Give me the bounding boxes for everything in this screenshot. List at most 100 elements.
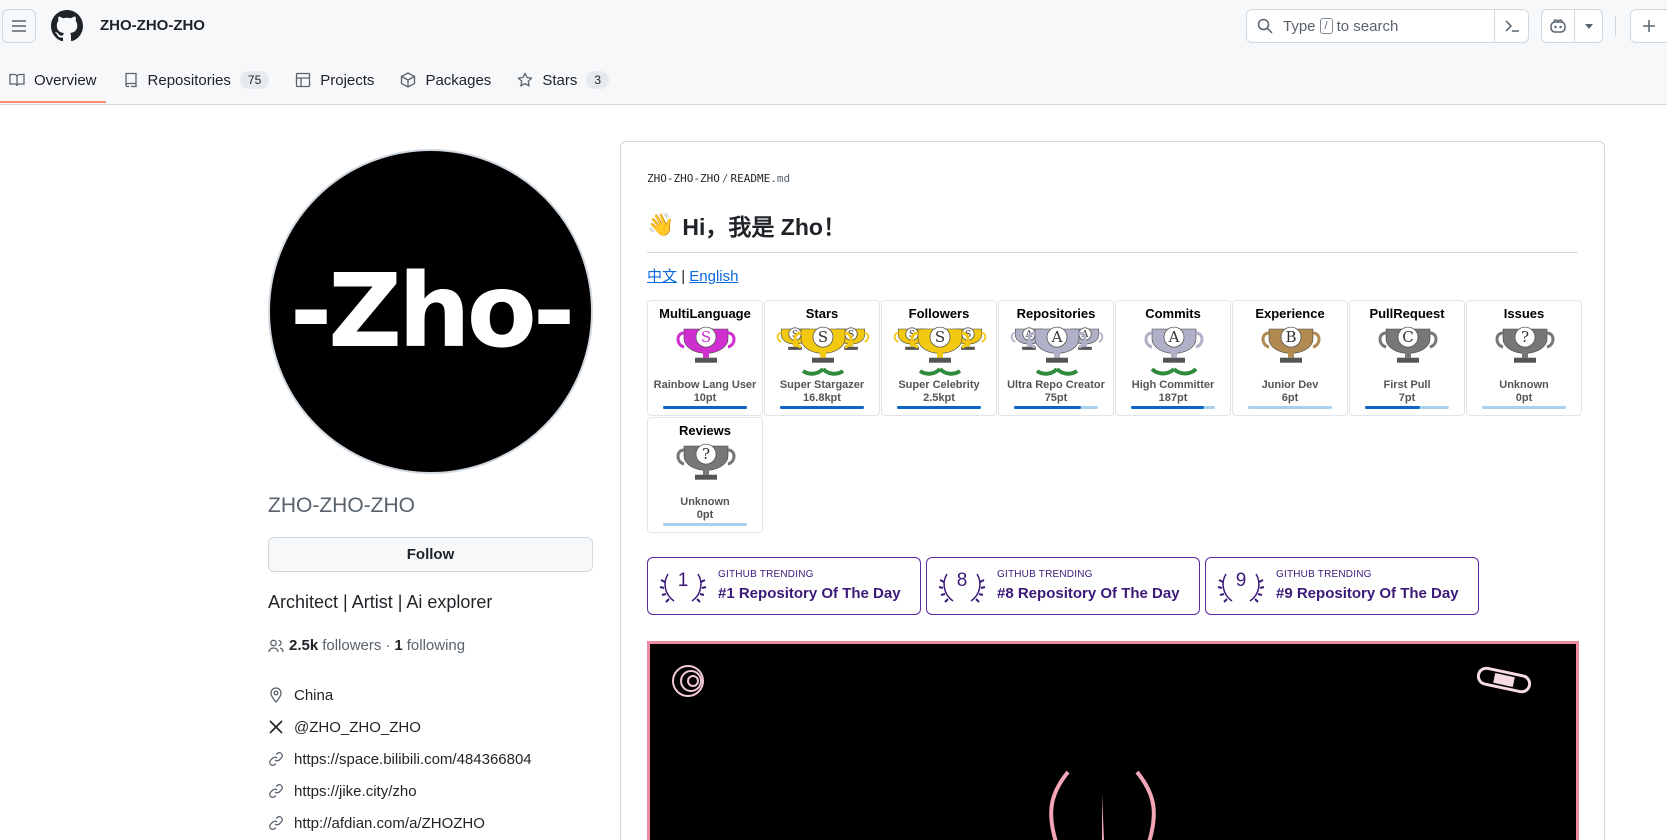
trophy-cup-icon: A xyxy=(1116,325,1230,379)
trophy-card: Followers S S S Super Celebrity 2.5kpt xyxy=(881,300,997,416)
trophy-title: Commits xyxy=(1145,306,1201,321)
badge-label: GITHUB TRENDING xyxy=(1276,569,1372,580)
create-new-button[interactable] xyxy=(1630,9,1667,43)
copilot-open[interactable] xyxy=(1542,10,1575,42)
trophy-progress-bar xyxy=(897,406,981,409)
tab-label: Overview xyxy=(34,71,97,89)
trophy-cup-icon: B xyxy=(1233,325,1347,379)
readme-owner-link[interactable]: ZHO-ZHO-ZHO xyxy=(647,172,720,185)
copilot-icon xyxy=(1550,19,1566,33)
follow-stats: 2.5k followers · 1 following xyxy=(268,637,465,654)
trophy-title: Stars xyxy=(805,306,839,321)
triangle-down-icon xyxy=(1584,24,1593,29)
trophy-progress-fill xyxy=(1014,406,1082,409)
search-input[interactable]: Type / to search xyxy=(1246,9,1529,43)
trophy-card: MultiLanguage S Rainbow Lang User 10pt xyxy=(647,300,763,416)
trophy-progress-bar xyxy=(780,406,864,409)
trophy-progress-fill xyxy=(663,406,747,409)
trophy-card: PullRequest C First Pull 7pt xyxy=(1349,300,1465,416)
trending-badges: 1 GITHUB TRENDING #1 Repository Of The D… xyxy=(647,557,1484,615)
profile-link[interactable]: https://jike.city/zho xyxy=(294,783,417,800)
banner-art xyxy=(672,665,1532,840)
tab-label: Stars xyxy=(542,71,578,89)
plus-icon xyxy=(1643,20,1655,32)
search-icon xyxy=(1257,18,1273,34)
following-link[interactable]: following xyxy=(407,637,465,654)
trending-badge[interactable]: 1 GITHUB TRENDING #1 Repository Of The D… xyxy=(647,557,921,615)
bandage-logo-icon xyxy=(1476,666,1532,694)
followers-count[interactable]: 2.5k xyxy=(289,637,318,654)
svg-text:S: S xyxy=(935,328,945,346)
trophy-progress-fill xyxy=(780,406,864,409)
profile-link[interactable]: http://afdian.com/a/ZHOZHO xyxy=(294,815,485,832)
twitter-item[interactable]: @ZHO_ZHO_ZHO xyxy=(268,711,532,743)
location-item: China xyxy=(268,679,532,711)
trophy-card: Stars S S S Super Stargazer 16.8kpt xyxy=(764,300,880,416)
trophy-points: 7pt xyxy=(1398,392,1416,404)
trophy-rank-name: Unknown xyxy=(680,496,730,508)
link-icon xyxy=(269,816,283,830)
link-icon xyxy=(269,784,283,798)
link-item[interactable]: https://space.bilibili.com/484366804 xyxy=(268,743,532,775)
avatar-text: -Zho- xyxy=(289,252,575,371)
tab-overview[interactable]: Overview xyxy=(0,60,106,103)
twitter-link[interactable]: @ZHO_ZHO_ZHO xyxy=(294,719,421,736)
trophy-progress-fill xyxy=(897,406,981,409)
tab-label: Packages xyxy=(425,71,492,89)
followers-link[interactable]: followers xyxy=(322,637,381,654)
menu-button[interactable] xyxy=(2,9,36,43)
tab-stars[interactable]: Stars 3 xyxy=(508,60,618,100)
trophy-title: Experience xyxy=(1255,306,1325,321)
tab-label: Repositories xyxy=(147,71,231,89)
copilot-button[interactable] xyxy=(1541,9,1603,43)
trophy-points: 0pt xyxy=(696,509,714,521)
book-icon xyxy=(9,73,25,87)
trophy-progress-bar xyxy=(1482,406,1566,409)
trophy-points: 16.8kpt xyxy=(803,392,841,404)
trophy-progress-fill xyxy=(1131,406,1205,409)
trophy-title: PullRequest xyxy=(1369,306,1445,321)
profile-details: China @ZHO_ZHO_ZHO https://space.bilibil… xyxy=(268,679,532,839)
trophy-progress-bar xyxy=(1365,406,1449,409)
following-count[interactable]: 1 xyxy=(394,637,402,654)
lang-english-link[interactable]: English xyxy=(689,268,738,285)
trending-badge[interactable]: 8 GITHUB TRENDING #8 Repository Of The D… xyxy=(926,557,1200,615)
context-title[interactable]: ZHO-ZHO-ZHO xyxy=(100,17,205,34)
svg-text:?: ? xyxy=(702,445,710,463)
follow-button[interactable]: Follow xyxy=(268,537,593,572)
copilot-dropdown[interactable] xyxy=(1575,10,1602,42)
avatar[interactable]: -Zho- xyxy=(268,149,593,474)
svg-text:C: C xyxy=(1402,328,1413,346)
trophy-title: MultiLanguage xyxy=(659,306,751,321)
trophy-points: 187pt xyxy=(1158,392,1188,404)
trophy-rank-name: High Committer xyxy=(1131,379,1215,391)
tab-repositories[interactable]: Repositories 75 xyxy=(114,60,279,100)
trophy-card: Repositories A A A Ultra Repo Creator 75pt xyxy=(998,300,1114,416)
github-logo-icon[interactable] xyxy=(51,10,83,42)
trophy-rank-name: Ultra Repo Creator xyxy=(1007,379,1105,391)
profile-tabs: Overview Repositories 75 Projects Packag… xyxy=(0,60,626,105)
badge-rank: 9 xyxy=(1235,570,1247,591)
trophy-progress-bar xyxy=(1248,406,1332,409)
readme-breadcrumb: ZHO-ZHO-ZHO / README.md xyxy=(647,172,790,185)
lang-chinese-link[interactable]: 中文 xyxy=(647,268,677,285)
badge-title: #1 Repository Of The Day xyxy=(718,585,901,602)
readme-heading-text: Hi，我是 Zho！ xyxy=(682,214,846,240)
svg-text:A: A xyxy=(1051,328,1063,346)
trophy-card: Commits A High Committer 187pt xyxy=(1115,300,1231,416)
profile-link[interactable]: https://space.bilibili.com/484366804 xyxy=(294,751,532,768)
command-palette-button[interactable] xyxy=(1494,10,1528,42)
tab-packages[interactable]: Packages xyxy=(391,60,500,100)
people-icon xyxy=(268,639,284,652)
trending-badge[interactable]: 9 GITHUB TRENDING #9 Repository Of The D… xyxy=(1205,557,1479,615)
location-text: China xyxy=(294,686,334,704)
svg-text:S: S xyxy=(818,328,828,346)
trophy-progress-bar xyxy=(663,523,747,526)
tab-projects[interactable]: Projects xyxy=(286,60,383,100)
link-item[interactable]: https://jike.city/zho xyxy=(268,775,532,807)
readme-file-link[interactable]: README.md xyxy=(730,172,790,185)
spiral-logo-icon xyxy=(672,665,704,697)
link-item[interactable]: http://afdian.com/a/ZHOZHO xyxy=(268,807,532,839)
readme-card: ZHO-ZHO-ZHO / README.md 👋 Hi，我是 Zho！ 中文 | … xyxy=(620,141,1605,840)
trophy-points: 2.5kpt xyxy=(923,392,955,404)
